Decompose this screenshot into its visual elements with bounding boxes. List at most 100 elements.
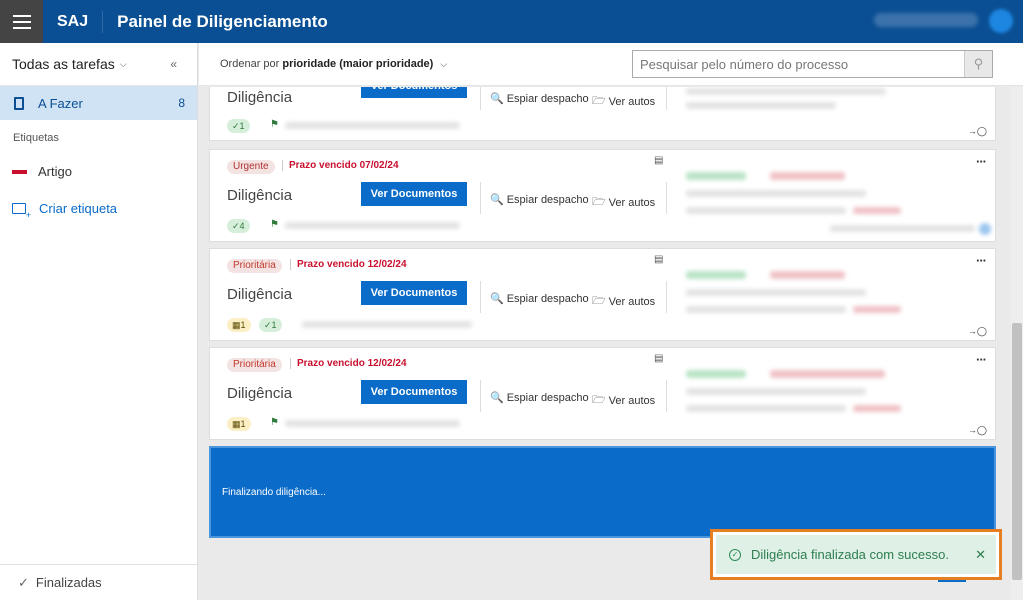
peek-dispatch-button[interactable]: 🔍 Espiar despacho [490, 391, 589, 405]
finalizing-text: Finalizando diligência... [222, 487, 326, 498]
task-filter-dropdown[interactable]: Todas as tarefas ⌵ « [0, 43, 197, 86]
process-info [686, 88, 886, 95]
finalizadas-label: Finalizadas [35, 575, 102, 590]
sidebar-item-count: 8 [178, 96, 185, 110]
flag-icon: ⚑ [270, 417, 279, 428]
collapse-sidebar-icon[interactable]: « [170, 57, 177, 71]
sort-dropdown[interactable]: Ordenar por prioridade (maior prioridade… [220, 58, 447, 70]
status-info [770, 271, 845, 279]
divider [480, 380, 481, 412]
view-autos-label: Ver autos [608, 295, 656, 308]
assign-user-icon[interactable]: →◯ [968, 425, 987, 436]
process-info [853, 207, 901, 214]
task-list: Diligência Ver Documentos 🔍Espiar despac… [199, 87, 1011, 600]
assign-user-icon[interactable]: →◯ [968, 126, 987, 137]
divider [480, 281, 481, 313]
top-bar: SAJ Painel de Diligenciamento [0, 0, 1023, 43]
divider [938, 580, 966, 582]
avatar[interactable] [989, 9, 1013, 33]
view-autos-button[interactable]: 🗁 Ver autos [592, 391, 655, 410]
sidebar-item-a-fazer[interactable]: A Fazer 8 [0, 86, 197, 120]
status-info [686, 172, 746, 180]
task-filter-label: Todas as tarefas [12, 56, 115, 72]
tags-section-label: Etiquetas [13, 132, 59, 144]
task-card: Prioritária Prazo vencido 12/02/24 ▤ ···… [209, 248, 996, 341]
card-title: Diligência [227, 385, 293, 402]
process-info [830, 225, 975, 232]
success-toast: ✓ Diligência finalizada com sucesso. ✕ [716, 535, 996, 574]
view-autos-label: Ver autos [608, 394, 656, 407]
peek-dispatch-label: Espiar despacho [506, 391, 589, 404]
register-icon[interactable]: ▤ [654, 254, 663, 265]
close-icon[interactable]: ✕ [975, 547, 986, 563]
view-autos-button[interactable]: 🗁 Ver autos [592, 292, 655, 311]
view-autos-button[interactable]: 🗁 Ver autos [592, 193, 655, 212]
peek-dispatch-label: Espiar despacho [506, 193, 589, 206]
flag-icon: ⚑ [270, 119, 279, 130]
chevron-down-icon: ⌵ [119, 58, 127, 69]
scrollbar-thumb[interactable] [1012, 323, 1022, 580]
sidebar-item-tag-artigo[interactable]: Artigo [12, 164, 197, 179]
view-documents-button[interactable]: Ver Documentos [361, 182, 467, 206]
page-title: Painel de Diligenciamento [117, 11, 328, 31]
view-documents-button[interactable]: Ver Documentos [361, 281, 467, 305]
add-tag-icon [12, 203, 31, 220]
process-number [302, 321, 472, 328]
process-info [686, 306, 846, 313]
badge-count: 1 [271, 320, 277, 330]
badge-count: 1 [240, 320, 246, 330]
deadline-label: Prazo vencido 07/02/24 [282, 160, 399, 171]
deadline-label: Prazo vencido 12/02/24 [290, 358, 407, 369]
toolbar: Ordenar por prioridade (maior prioridade… [199, 43, 1023, 86]
task-card: Urgente Prazo vencido 07/02/24 ▤ ··· Dil… [209, 149, 996, 242]
peek-dispatch-button[interactable]: 🔍 Espiar despacho [490, 292, 589, 306]
assign-user-icon[interactable]: →◯ [968, 326, 987, 337]
register-icon[interactable]: ▤ [654, 353, 663, 364]
sidebar: Todas as tarefas ⌵ « A Fazer 8 Etiquetas… [0, 43, 198, 600]
create-tag-link[interactable]: Criar etiqueta [12, 201, 197, 220]
status-info [686, 271, 746, 279]
card-title: Diligência [227, 187, 293, 204]
folder-icon: 🗁 [592, 196, 606, 208]
document-search-icon: 🔍 [490, 93, 504, 105]
task-card: Diligência Ver Documentos 🔍Espiar despac… [209, 87, 996, 141]
brand-logo: SAJ [57, 10, 104, 33]
view-documents-button[interactable]: Ver Documentos [361, 87, 467, 98]
process-info [686, 405, 846, 412]
finalizing-card: Finalizando diligência... [209, 446, 996, 538]
more-options-icon[interactable]: ··· [976, 154, 987, 169]
process-number [285, 122, 460, 129]
more-options-icon[interactable]: ··· [976, 352, 987, 367]
divider [666, 281, 667, 313]
sort-value: prioridade (maior prioridade) [282, 58, 434, 70]
view-documents-button[interactable]: Ver Documentos [361, 380, 467, 404]
status-info [686, 370, 746, 378]
view-autos-button[interactable]: 🗁 Ver autos [592, 92, 655, 111]
check-circle-icon: ✓ [729, 548, 741, 561]
chevron-down-icon: ⌵ [440, 59, 448, 69]
priority-badge: Urgente [227, 160, 275, 174]
document-search-icon: 🔍 [490, 392, 504, 404]
peek-dispatch-button[interactable]: 🔍 Espiar despacho [490, 193, 589, 207]
badge-count: 4 [239, 221, 245, 231]
card-title: Diligência [227, 89, 293, 106]
process-info [686, 102, 836, 109]
divider [666, 380, 667, 412]
sidebar-item-finalizadas[interactable]: ✓ Finalizadas [0, 564, 197, 600]
process-info [686, 190, 866, 197]
status-info [770, 172, 845, 180]
hamburger-menu-icon[interactable] [0, 0, 43, 43]
user-name[interactable] [874, 13, 978, 27]
process-info [853, 405, 901, 412]
tag-label: Artigo [38, 164, 72, 179]
peek-dispatch-label: Espiar despacho [506, 92, 589, 105]
document-search-icon: 🔍 [490, 194, 504, 206]
search-input[interactable] [633, 51, 963, 77]
toast-message: Diligência finalizada com sucesso. [751, 547, 949, 562]
divider [480, 87, 481, 110]
search-icon[interactable]: ⚲ [964, 51, 992, 77]
peek-dispatch-button[interactable]: 🔍 Espiar despacho [490, 92, 589, 106]
deadline-label: Prazo vencido 12/02/24 [290, 259, 407, 270]
register-icon[interactable]: ▤ [654, 155, 663, 166]
more-options-icon[interactable]: ··· [976, 253, 987, 268]
